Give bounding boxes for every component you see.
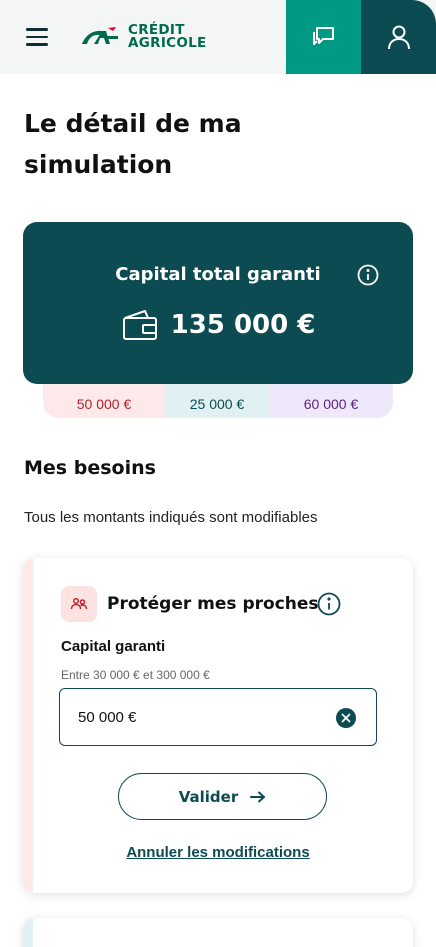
capital-amount: 135 000 € xyxy=(170,310,316,340)
user-icon xyxy=(387,25,410,50)
info-icon[interactable] xyxy=(317,592,341,616)
need-card-protect-relatives: Protéger mes proches Capital garanti Ent… xyxy=(23,558,413,893)
card-accent xyxy=(23,918,33,947)
capital-label: Capital total garanti xyxy=(115,264,321,285)
clear-input-icon[interactable] xyxy=(336,708,356,728)
needs-section-title: Mes besoins xyxy=(24,457,156,479)
need-card-next xyxy=(23,918,413,947)
arrow-right-icon xyxy=(250,791,266,802)
validate-button[interactable]: Valider xyxy=(118,773,327,820)
chat-icon xyxy=(312,27,334,45)
card-accent xyxy=(23,558,33,893)
account-button[interactable] xyxy=(361,0,436,74)
info-icon[interactable] xyxy=(357,264,379,286)
credit-agricole-logo-mark xyxy=(82,27,118,44)
top-header: CRÉDIT AGRICOLE xyxy=(0,0,436,74)
capital-input-wrapper xyxy=(59,688,377,746)
chat-button[interactable] xyxy=(286,0,361,74)
cancel-changes-link[interactable]: Annuler les modifications xyxy=(23,844,413,861)
needs-section-subtitle: Tous les montants indiqués sont modifiab… xyxy=(24,509,318,526)
capital-input[interactable] xyxy=(78,706,318,728)
logo-line-2: AGRICOLE xyxy=(128,35,207,51)
validate-button-label: Valider xyxy=(178,787,239,806)
capital-amount-row: 135 000 € xyxy=(23,308,413,342)
capital-summary-card: Capital total garanti 135 000 € xyxy=(23,222,413,384)
page-title: Le détail de ma simulation xyxy=(24,109,242,179)
capital-field-label: Capital garanti xyxy=(61,638,166,655)
credit-agricole-logo[interactable]: CRÉDIT AGRICOLE xyxy=(80,22,207,52)
logo-text: CRÉDIT AGRICOLE xyxy=(128,23,207,51)
menu-icon[interactable] xyxy=(26,28,48,46)
capital-field-hint: Entre 30 000 € et 300 000 € xyxy=(61,668,210,682)
need-card-title: Protéger mes proches xyxy=(107,594,319,614)
family-icon xyxy=(61,586,97,622)
wallet-icon xyxy=(122,310,157,340)
